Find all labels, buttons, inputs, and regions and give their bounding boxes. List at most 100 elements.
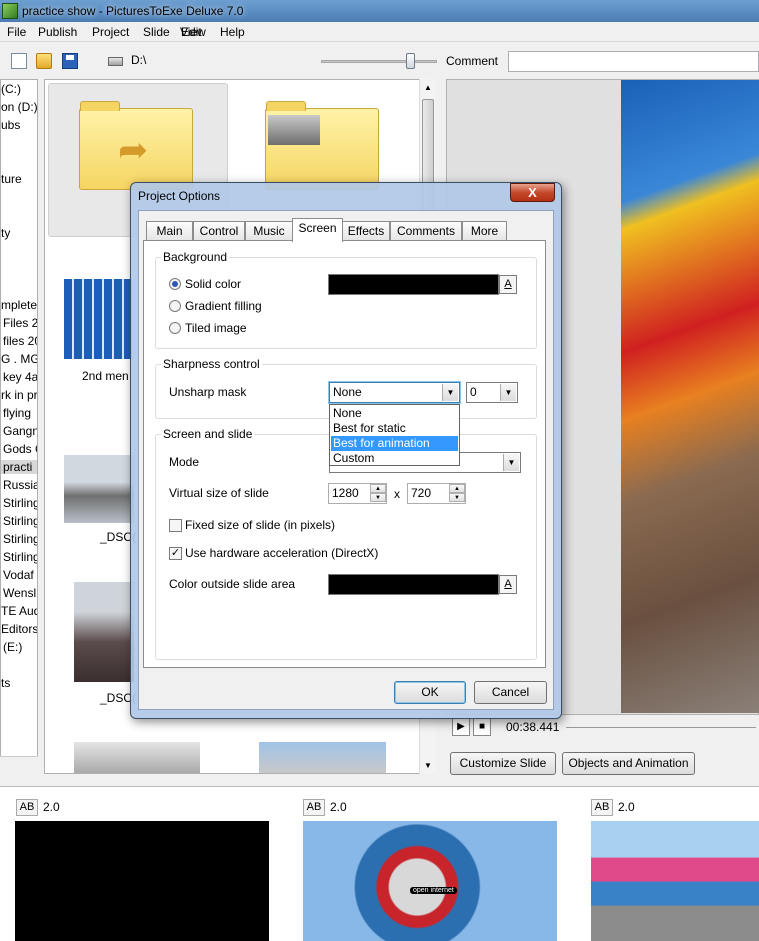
spin-up-icon[interactable]: ▲ — [370, 484, 386, 493]
folder-tree[interactable]: (C:) on (D:) ubs ture ty mplete Files 2 … — [0, 79, 38, 772]
tab-control[interactable]: Control — [193, 221, 245, 241]
timeline-track[interactable] — [566, 727, 756, 728]
background-color-swatch[interactable] — [328, 274, 499, 295]
outside-color-swatch[interactable] — [328, 574, 499, 595]
objects-animation-button[interactable]: Objects and Animation — [562, 752, 695, 775]
outside-color-button[interactable]: A — [499, 575, 517, 594]
slide-thumbnail[interactable]: open internet — [303, 821, 557, 941]
tree-item[interactable]: key 4a — [3, 370, 37, 384]
chevron-down-icon[interactable]: ▼ — [442, 384, 458, 401]
slide-duration[interactable]: 2.0 — [43, 800, 60, 814]
menu-project[interactable]: Project — [92, 25, 129, 39]
tab-main[interactable]: Main — [146, 221, 193, 241]
photo-thumbnail[interactable] — [74, 582, 134, 682]
tree-item[interactable]: rk in pr — [1, 388, 37, 402]
fixed-size-checkbox[interactable] — [169, 519, 182, 532]
unsharp-amount-select[interactable]: 0 ▼ — [466, 382, 518, 403]
tree-item[interactable]: mplete — [1, 298, 37, 312]
transition-badge[interactable]: AB — [16, 799, 38, 816]
tab-effects[interactable]: Effects — [342, 221, 390, 241]
tree-item[interactable]: files 20 — [3, 334, 37, 348]
play-icon[interactable]: ▶ — [452, 718, 470, 736]
slider-handle[interactable] — [406, 53, 415, 69]
tree-horizontal-scrollbar[interactable] — [0, 756, 38, 772]
slide-duration[interactable]: 2.0 — [330, 800, 347, 814]
tree-item[interactable]: ture — [1, 172, 22, 186]
tree-item[interactable]: ty — [1, 226, 10, 240]
hardware-acceleration-checkbox[interactable]: ✓ — [169, 547, 182, 560]
tree-item[interactable]: Gods C — [3, 442, 37, 456]
tree-item[interactable]: Stirling — [3, 532, 37, 546]
thumbnail-size-slider[interactable] — [321, 60, 437, 63]
slide-height-input[interactable]: 720 ▲ ▼ — [407, 483, 466, 504]
menu-help[interactable]: Help — [220, 25, 245, 39]
slide-thumbnail[interactable] — [15, 821, 269, 941]
scroll-down-icon[interactable]: ▼ — [424, 761, 432, 770]
menu-publish[interactable]: Publish — [38, 25, 77, 39]
tree-item[interactable]: Wensl — [3, 586, 36, 600]
tree-item[interactable]: Files 2 — [3, 316, 37, 330]
tab-screen[interactable]: Screen — [292, 218, 343, 242]
transition-badge[interactable]: AB — [591, 799, 613, 816]
dropdown-option-none[interactable]: None — [331, 406, 458, 421]
slide-file-thumbnail[interactable] — [64, 279, 134, 359]
comment-input[interactable] — [508, 51, 759, 72]
hardware-acceleration-label[interactable]: Use hardware acceleration (DirectX) — [185, 546, 378, 560]
save-icon[interactable] — [62, 53, 78, 69]
cancel-button[interactable]: Cancel — [474, 681, 547, 704]
tree-item[interactable]: ubs — [1, 118, 20, 132]
tiled-image-radio[interactable] — [169, 322, 181, 334]
tree-item[interactable]: (C:) — [1, 82, 21, 96]
unsharp-mask-select[interactable]: None ▼ — [329, 382, 460, 403]
tree-item[interactable]: Stirling — [3, 550, 37, 564]
tree-item[interactable]: flying — [3, 406, 31, 420]
tree-item[interactable]: Russia — [3, 478, 37, 492]
drive-label[interactable]: D:\ — [131, 53, 146, 67]
close-icon[interactable]: X — [510, 183, 555, 202]
tab-more[interactable]: More — [462, 221, 507, 241]
spin-up-icon[interactable]: ▲ — [449, 484, 465, 493]
tree-item[interactable]: ts — [1, 676, 10, 690]
tree-item[interactable]: Editors — [1, 622, 37, 636]
tree-item[interactable]: Stirling — [3, 514, 37, 528]
tree-item[interactable]: Gangn — [3, 424, 37, 438]
solid-color-radio[interactable] — [169, 278, 181, 290]
photo-thumbnail[interactable] — [259, 742, 386, 773]
spin-down-icon[interactable]: ▼ — [449, 493, 465, 502]
scroll-up-icon[interactable]: ▲ — [424, 83, 432, 92]
menu-slide[interactable]: Slide — [143, 25, 170, 39]
photo-thumbnail[interactable] — [74, 742, 200, 773]
transition-badge[interactable]: AB — [303, 799, 325, 816]
slide-duration[interactable]: 2.0 — [618, 800, 635, 814]
open-folder-icon[interactable] — [36, 53, 52, 69]
spin-down-icon[interactable]: ▼ — [370, 493, 386, 502]
gradient-filling-radio[interactable] — [169, 300, 181, 312]
gradient-filling-label[interactable]: Gradient filling — [185, 299, 262, 313]
drive-icon[interactable] — [108, 57, 123, 66]
tree-item[interactable]: Stirling — [3, 496, 37, 510]
chevron-down-icon[interactable]: ▼ — [500, 384, 516, 401]
ok-button[interactable]: OK — [394, 681, 466, 704]
chevron-down-icon[interactable]: ▼ — [503, 454, 519, 471]
tab-music[interactable]: Music — [245, 221, 293, 241]
folder-icon[interactable] — [265, 101, 379, 190]
tree-item-selected[interactable]: practi — [1, 460, 37, 474]
tiled-image-label[interactable]: Tiled image — [185, 321, 247, 335]
photo-thumbnail[interactable] — [64, 455, 134, 523]
customize-slide-button[interactable]: Customize Slide — [450, 752, 556, 775]
background-color-button[interactable]: A — [499, 275, 517, 294]
tab-comments[interactable]: Comments — [390, 221, 462, 241]
fixed-size-label[interactable]: Fixed size of slide (in pixels) — [185, 518, 335, 532]
menu-file[interactable]: File — [7, 25, 26, 39]
slide-width-input[interactable]: 1280 ▲ ▼ — [328, 483, 387, 504]
dropdown-option-best-static[interactable]: Best for static — [331, 421, 458, 436]
solid-color-label[interactable]: Solid color — [185, 277, 241, 291]
stop-icon[interactable]: ■ — [473, 718, 491, 736]
menu-view[interactable]: View — [180, 25, 206, 39]
unsharp-mask-dropdown[interactable]: None Best for static Best for animation … — [329, 404, 460, 466]
dropdown-option-custom[interactable]: Custom — [331, 451, 458, 466]
dropdown-option-best-animation[interactable]: Best for animation — [331, 436, 458, 451]
tree-item[interactable]: G . MG — [1, 352, 37, 366]
tree-item[interactable]: Vodaf — [3, 568, 34, 582]
slide-thumbnail[interactable] — [591, 821, 759, 941]
